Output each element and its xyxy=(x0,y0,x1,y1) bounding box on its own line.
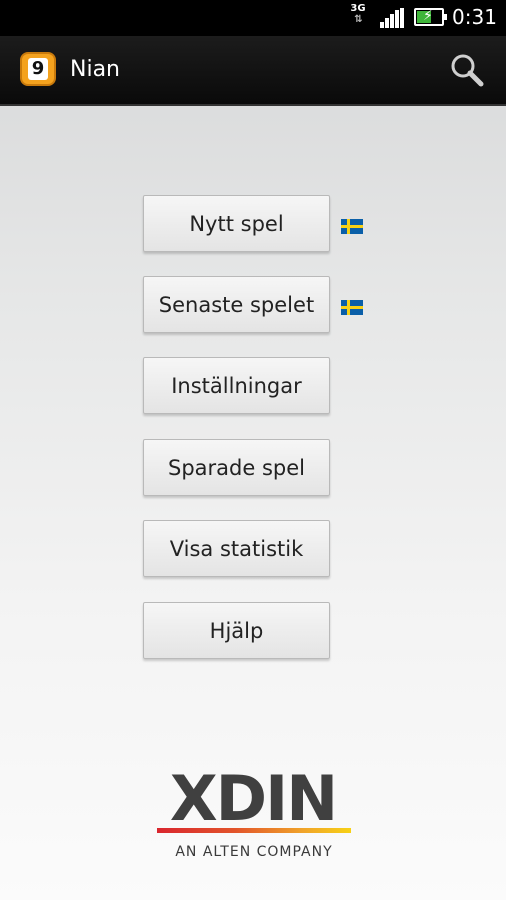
logo-tagline: AN ALTEN COMPANY xyxy=(175,844,333,860)
network-type: 3G xyxy=(350,3,366,14)
clock: 0:31 xyxy=(452,5,497,29)
logo-stripe xyxy=(157,828,351,833)
help-button[interactable]: Hjälp xyxy=(143,602,330,659)
status-bar: 3G ⇅ ⚡ 0:31 xyxy=(0,0,506,36)
app-title: Nian xyxy=(70,57,120,82)
network-indicator: 3G ⇅ xyxy=(348,3,368,31)
network-activity-icon: ⇅ xyxy=(354,14,362,25)
sweden-flag-icon xyxy=(341,300,363,315)
signal-strength-icon xyxy=(380,8,406,28)
charging-icon: ⚡ xyxy=(423,8,433,24)
search-button[interactable] xyxy=(449,52,485,88)
saved-games-button[interactable]: Sparade spel xyxy=(143,439,330,496)
search-icon xyxy=(451,54,484,87)
app-icon[interactable]: 9 xyxy=(20,52,56,86)
app-icon-digit: 9 xyxy=(28,58,48,80)
statistics-button[interactable]: Visa statistik xyxy=(143,520,330,577)
action-bar: 9 Nian xyxy=(0,36,506,106)
battery-icon: ⚡ xyxy=(414,8,447,26)
latest-game-button[interactable]: Senaste spelet xyxy=(143,276,330,333)
xdin-logo: XDIN AN ALTEN COMPANY xyxy=(155,768,355,863)
settings-button[interactable]: Inställningar xyxy=(143,357,330,414)
sweden-flag-icon xyxy=(341,219,363,234)
logo-wordmark: XDIN xyxy=(169,762,338,835)
new-game-button[interactable]: Nytt spel xyxy=(143,195,330,252)
